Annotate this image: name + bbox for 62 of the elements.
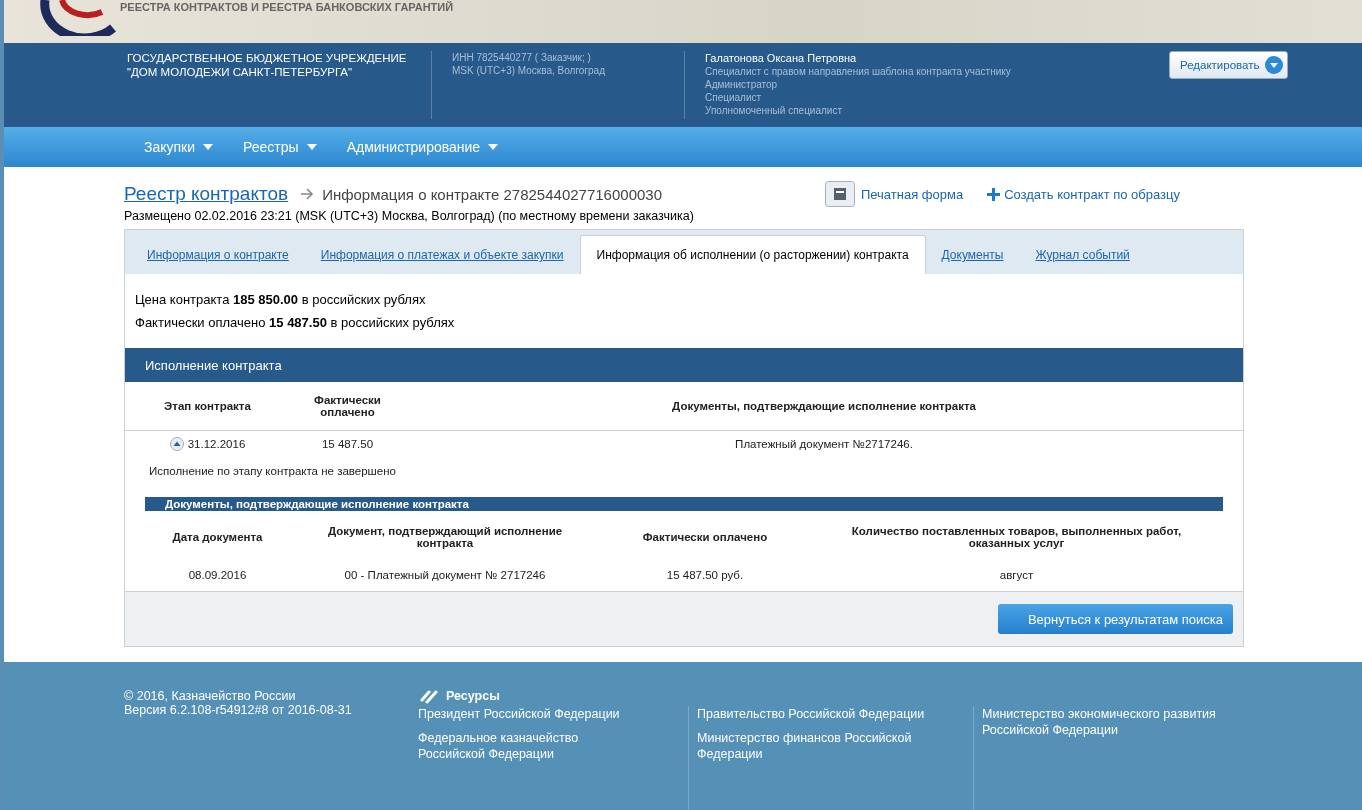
collapse-icon[interactable] (169, 437, 184, 451)
user-role: Уполномоченный специалист (705, 104, 843, 117)
footer-link[interactable]: Министерство экономического развития Российской Федерации (982, 706, 1242, 738)
caret-icon (203, 144, 214, 150)
user-name: Галатонова Оксана Петровна (705, 51, 858, 65)
section-header: Исполнение контракта (125, 348, 1243, 382)
tab[interactable]: Информация о контракте (131, 236, 305, 274)
table-cell-text: Платежный документ №2717246. (734, 438, 914, 450)
copyright-text: © 2016, Казначейство России (124, 688, 297, 704)
organization-name: ГОСУДАРСТВЕННОЕ БЮДЖЕТНОЕ УЧРЕЖДЕНИЕ (127, 51, 408, 65)
subsection-header: Документы, подтверждающие исполнение контракта (145, 497, 1223, 511)
column-header: Количество поставленных товаров, выполненных работ, оказанных услуг (850, 525, 1183, 549)
tab[interactable]: Документы (925, 236, 1020, 274)
footer-link[interactable]: Федеральное казначейство Российской Федерации (418, 730, 648, 762)
breadcrumb-link[interactable]: Реестр контрактов (124, 183, 289, 205)
copyright-text: Версия 6.2.108-r54912#8 от 2016-08-31 (124, 702, 353, 718)
caret-icon (306, 144, 317, 150)
tab[interactable]: Журнал событий (1019, 236, 1146, 274)
tab[interactable]: Информация об исполнении (о расторжении) контракта (579, 235, 926, 274)
footer-link[interactable]: Правительство Российской Федерации (697, 706, 937, 722)
column-header: Этап контракта (163, 400, 252, 412)
nav-menu-item[interactable]: Реестры (231, 139, 329, 155)
summary-text: Цена контракта 185 850.00 в российских рублях (135, 291, 427, 309)
table-cell-text: 08.09.2016 (187, 569, 248, 583)
table-cell-text: 15 487.50 (320, 438, 375, 450)
stage-status: Исполнение по этапу контракта не завершено (148, 464, 397, 479)
create-contract-link[interactable]: Создать контракт по образцу (1004, 186, 1180, 202)
link-icon (418, 688, 440, 704)
caret-icon (488, 144, 499, 150)
table-cell-text: август (998, 569, 1035, 583)
nav-menu-item[interactable]: Закупки (132, 139, 226, 155)
footer-link[interactable]: Президент Российской Федерации (418, 706, 648, 722)
banner-subtitle: РЕЕСТРА КОНТРАКТОВ И РЕЕСТРА БАНКОВСКИХ ГАРАНТИЙ (120, 1, 454, 13)
column-header: Документы, подтверждающие исполнение контракта (671, 400, 977, 412)
edit-button[interactable]: Редактировать (1169, 51, 1289, 79)
user-role: Специалист с правом направления шаблона контракта участнику (705, 65, 1011, 78)
table-cell: 31.12.2016 (187, 438, 246, 450)
organization-name: "ДОМ МОЛОДЕЖИ САНКТ-ПЕТЕРБУРГА" (127, 65, 354, 79)
column-header: Документ, подтверждающий исполнение контракта (326, 525, 564, 549)
nav-menu-item[interactable]: Администрирование (334, 139, 511, 155)
printer-icon[interactable] (824, 181, 855, 207)
dropdown-icon (1265, 56, 1284, 74)
posted-date: Размещено 02.02.2016 23:21 (MSK (UTC+3) Москва, Волгоград) (по местному времени заказчика) (124, 209, 695, 223)
footer-link[interactable]: Министерство финансов Российской Федерации (697, 730, 937, 762)
arrow-right-icon (300, 188, 315, 200)
column-header: Фактически оплачено (313, 394, 382, 418)
logo-icon (40, 0, 116, 36)
tab[interactable]: Информация о платежах и объекте закупки (304, 236, 580, 274)
organization-info: MSK (UTC+3) Москва, Волгоград (452, 64, 605, 77)
resources-title: Ресурсы (446, 688, 500, 704)
table-cell-text: 15 487.50 руб. (665, 569, 745, 583)
organization-info: ИНН 7825440277 ( Заказчик; ) (452, 51, 591, 64)
user-role: Администратор (705, 78, 778, 91)
column-header: Фактически оплачено (641, 531, 769, 543)
page-title: Информация о контракте 2782544027716000030 (322, 185, 662, 203)
table-cell-text: 00 - Платежный документ № 2717246 (343, 569, 547, 583)
summary-text: Фактически оплачено 15 487.50 в российских рублях (135, 314, 456, 332)
print-form-link[interactable]: Печатная форма (860, 186, 964, 202)
column-header: Дата документа (171, 531, 264, 543)
back-button[interactable]: Вернуться к результатам поиска (997, 604, 1233, 634)
user-role: Специалист (705, 91, 762, 104)
plus-icon (987, 187, 1001, 201)
